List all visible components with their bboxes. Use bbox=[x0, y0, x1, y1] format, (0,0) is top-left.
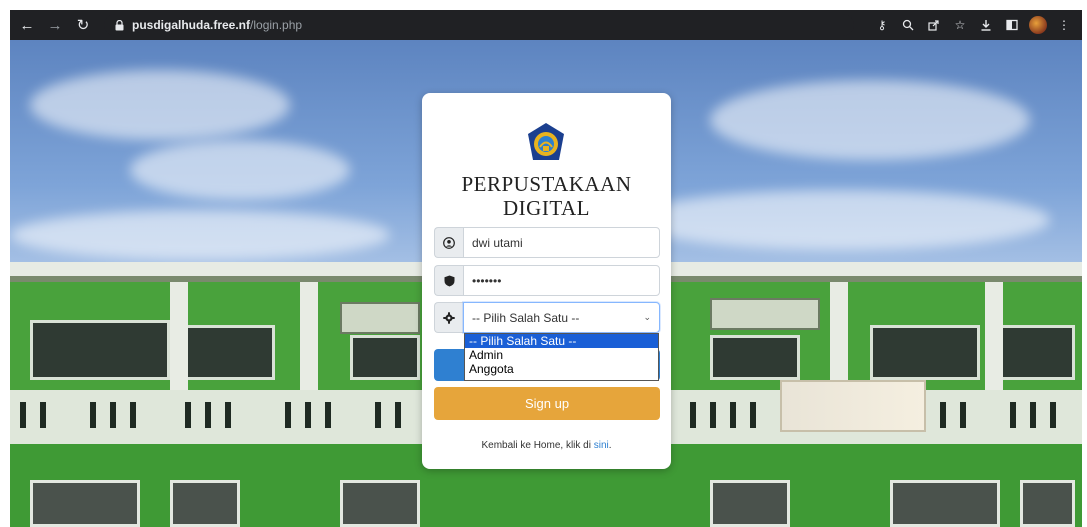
profile-avatar[interactable] bbox=[1028, 15, 1048, 35]
password-row: ••••••• bbox=[434, 265, 660, 296]
chevron-down-icon: ⌄ bbox=[643, 312, 651, 322]
role-dropdown-list: -- Pilih Salah Satu -- Admin Anggota bbox=[464, 333, 659, 381]
title-line-2: DIGITAL bbox=[503, 196, 590, 220]
back-home-label: Kembali ke Home, klik di bbox=[481, 440, 594, 451]
user-circle-icon bbox=[434, 227, 463, 258]
url-path: /login.php bbox=[250, 18, 303, 32]
role-select[interactable]: -- Pilih Salah Satu -- ⌄ bbox=[463, 302, 660, 333]
role-select-value: -- Pilih Salah Satu -- bbox=[472, 310, 580, 325]
url-host: pusdigalhuda.free.nf bbox=[132, 18, 251, 32]
sidebar-icon[interactable] bbox=[1002, 15, 1022, 35]
key-icon[interactable]: ⚷ bbox=[872, 15, 892, 35]
back-home-link[interactable]: sini bbox=[594, 440, 609, 451]
share-icon[interactable] bbox=[924, 15, 944, 35]
gear-icon bbox=[434, 302, 463, 333]
lock-icon bbox=[112, 18, 126, 32]
forward-arrow-icon[interactable]: → bbox=[44, 14, 66, 36]
library-logo bbox=[528, 123, 564, 160]
username-row: dwi utami bbox=[434, 227, 660, 258]
browser-toolbar: ← → ↻ pusdigalhuda.free.nf /login.php ⚷ … bbox=[10, 10, 1082, 40]
menu-dots-icon[interactable]: ⋮ bbox=[1054, 15, 1074, 35]
signup-button[interactable]: Sign up bbox=[434, 387, 660, 420]
username-field[interactable]: dwi utami bbox=[463, 227, 660, 258]
star-icon[interactable]: ☆ bbox=[950, 15, 970, 35]
address-bar[interactable]: pusdigalhuda.free.nf /login.php bbox=[104, 14, 854, 36]
back-home-suffix: . bbox=[608, 440, 612, 451]
role-row: -- Pilih Salah Satu -- ⌄ bbox=[434, 302, 660, 333]
zoom-icon[interactable] bbox=[898, 15, 918, 35]
back-arrow-icon[interactable]: ← bbox=[16, 14, 38, 36]
password-field[interactable]: ••••••• bbox=[463, 265, 660, 296]
reload-icon[interactable]: ↻ bbox=[72, 14, 94, 36]
role-option-admin[interactable]: Admin bbox=[465, 348, 658, 362]
title-line-1: PERPUSTAKAAN bbox=[461, 172, 632, 196]
role-option-placeholder[interactable]: -- Pilih Salah Satu -- bbox=[465, 334, 658, 348]
shield-icon bbox=[434, 265, 463, 296]
role-option-anggota[interactable]: Anggota bbox=[465, 362, 658, 376]
back-home-text: Kembali ke Home, klik di sini. bbox=[422, 440, 671, 451]
download-icon[interactable] bbox=[976, 15, 996, 35]
